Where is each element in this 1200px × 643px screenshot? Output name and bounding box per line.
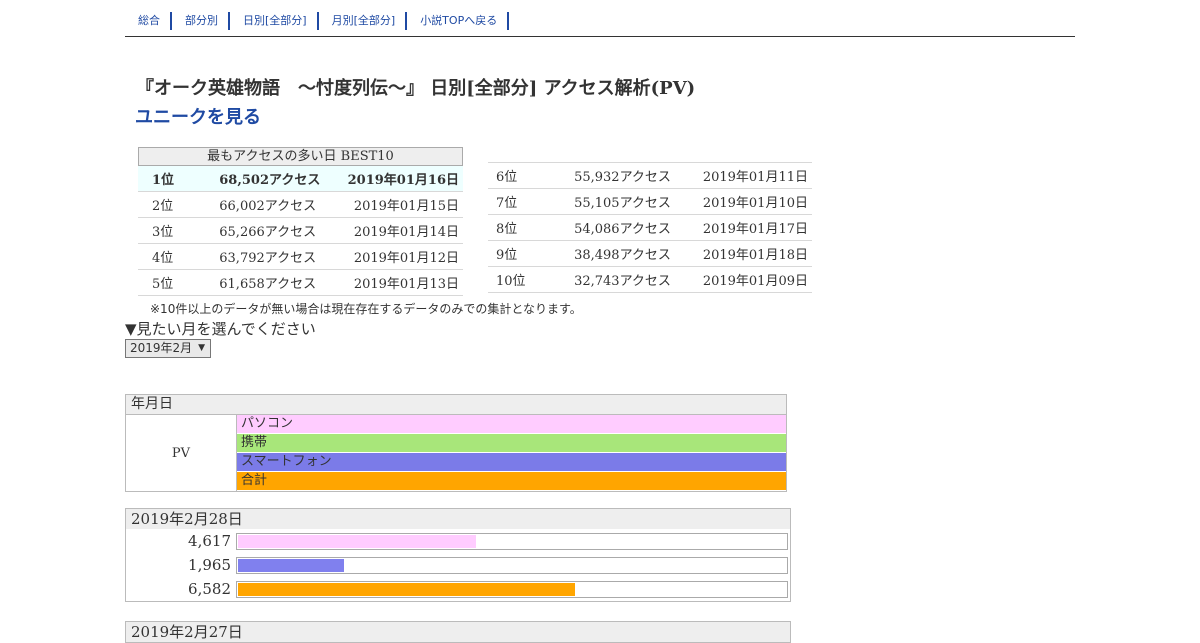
access-count: 61,658アクセス — [219, 269, 348, 296]
bar-smartphone — [238, 558, 345, 572]
best10-row: 2位 66,002アクセス 2019年01月15日 — [138, 191, 463, 218]
top-nav: 総合 部分別 日別[全部分] 月別[全部分] 小説TOPへ戻る — [125, 10, 510, 31]
best10-row: 5位 61,658アクセス 2019年01月13日 — [138, 269, 463, 296]
rank: 2位 — [138, 191, 220, 218]
access-count: 38,498アクセス — [574, 240, 703, 267]
bar-total — [238, 582, 575, 596]
access-date: 2019年01月10日 — [702, 188, 812, 215]
legend-table: 年月日 PV パソコン 携帯 スマートフォン 合計 — [125, 394, 787, 492]
access-count: 63,792アクセス — [219, 243, 348, 270]
access-count: 65,266アクセス — [219, 217, 348, 244]
page-title: 『オーク英雄物語 ～忖度列伝～』 日別[全部分] アクセス解析(PV) — [136, 78, 696, 99]
access-date: 2019年01月14日 — [347, 217, 463, 244]
access-date: 2019年01月12日 — [347, 243, 463, 270]
best10-row: 3位 65,266アクセス 2019年01月14日 — [138, 217, 463, 244]
rank: 6位 — [488, 162, 575, 189]
access-date: 2019年01月18日 — [702, 240, 812, 267]
rank: 9位 — [488, 240, 575, 267]
best10-row: 9位 38,498アクセス 2019年01月18日 — [488, 240, 812, 267]
month-select[interactable]: 2019年2月 ▼ — [125, 339, 211, 358]
access-count: 66,002アクセス — [219, 191, 348, 218]
rank: 4位 — [138, 243, 220, 270]
day-block: 2019年2月28日 4,617 1,965 6,582 — [125, 508, 791, 602]
best10-row: 1位 68,502アクセス 2019年01月16日 — [138, 166, 463, 192]
nav-divider — [125, 36, 1075, 37]
day-date: 2019年2月28日 — [126, 509, 790, 529]
pv-value: 6,582 — [188, 580, 231, 598]
pv-value: 1,965 — [188, 556, 231, 574]
nav-novel-top[interactable]: 小説TOPへ戻る — [407, 11, 510, 30]
day-row: 1,965 — [126, 553, 790, 577]
rank: 1位 — [138, 166, 220, 192]
day-block: 2019年2月27日 — [125, 621, 791, 643]
bar-track — [236, 532, 788, 550]
legend-item-pc: パソコン — [237, 415, 786, 434]
access-date: 2019年01月16日 — [347, 166, 463, 192]
access-date: 2019年01月13日 — [347, 269, 463, 296]
best10-table-left: 最もアクセスの多い日 BEST10 1位 68,502アクセス 2019年01月… — [138, 147, 463, 296]
rank: 10位 — [488, 266, 575, 293]
day-row: 4,617 — [126, 529, 790, 553]
best10-row: 7位 55,105アクセス 2019年01月10日 — [488, 188, 812, 215]
access-date: 2019年01月11日 — [702, 162, 812, 189]
best10-row: 6位 55,932アクセス 2019年01月11日 — [488, 162, 812, 189]
rank: 7位 — [488, 188, 575, 215]
unique-view-link[interactable]: ユニークを見る — [135, 103, 261, 129]
rank: 5位 — [138, 269, 220, 296]
rank: 8位 — [488, 214, 575, 241]
best10-row: 4位 63,792アクセス 2019年01月12日 — [138, 243, 463, 270]
day-row: 6,582 — [126, 577, 790, 601]
legend-pv-label: PV — [126, 415, 237, 491]
access-count: 54,086アクセス — [574, 214, 703, 241]
best10-row: 8位 54,086アクセス 2019年01月17日 — [488, 214, 812, 241]
rank: 3位 — [138, 217, 220, 244]
bar-track — [236, 556, 788, 574]
legend-header: 年月日 — [126, 395, 786, 415]
month-prompt: ▼見たい月を選んでください — [125, 320, 316, 338]
month-select-value: 2019年2月 — [130, 341, 193, 355]
access-count: 68,502アクセス — [219, 166, 348, 192]
best10-table-right: 6位 55,932アクセス 2019年01月11日 7位 55,105アクセス … — [488, 162, 812, 293]
bar-track — [236, 580, 788, 598]
nav-overall[interactable]: 総合 — [125, 11, 172, 30]
legend-item-mobile: 携帯 — [237, 434, 786, 453]
access-count: 55,105アクセス — [574, 188, 703, 215]
best10-note: ※10件以上のデータが無い場合は現在存在するデータのみでの集計となります。 — [150, 302, 582, 316]
access-date: 2019年01月17日 — [702, 214, 812, 241]
access-count: 55,932アクセス — [574, 162, 703, 189]
legend-item-total: 合計 — [237, 472, 786, 491]
access-date: 2019年01月09日 — [702, 266, 812, 293]
access-date: 2019年01月15日 — [347, 191, 463, 218]
day-date: 2019年2月27日 — [126, 622, 790, 642]
legend-item-smartphone: スマートフォン — [237, 453, 786, 472]
nav-by-part[interactable]: 部分別 — [172, 11, 230, 30]
best10-row: 10位 32,743アクセス 2019年01月09日 — [488, 266, 812, 293]
pv-value: 4,617 — [188, 532, 231, 550]
best10-caption: 最もアクセスの多い日 BEST10 — [138, 147, 463, 166]
chevron-down-icon: ▼ — [198, 343, 205, 353]
nav-monthly-all[interactable]: 月別[全部分] — [319, 11, 408, 30]
access-count: 32,743アクセス — [574, 266, 703, 293]
nav-daily-all[interactable]: 日別[全部分] — [230, 11, 319, 30]
bar-pc — [238, 534, 477, 548]
